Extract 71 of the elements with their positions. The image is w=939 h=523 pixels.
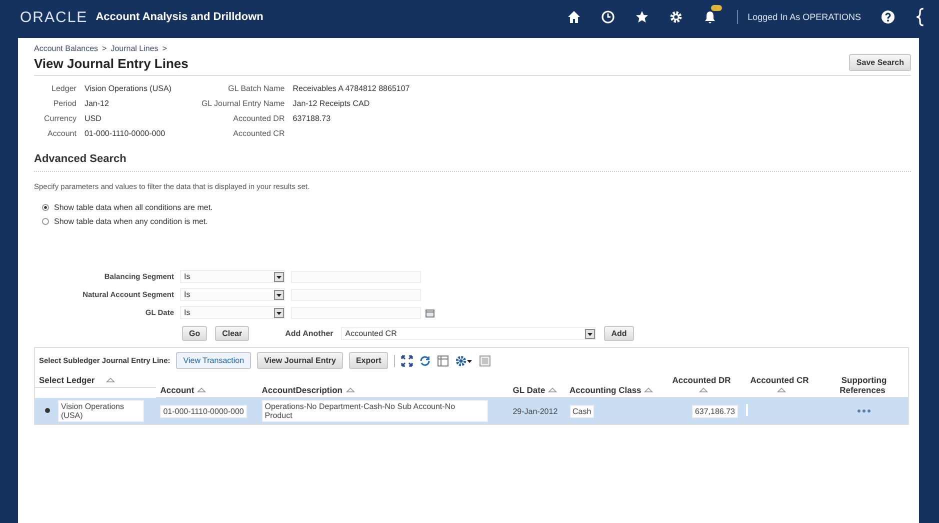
settings-icon[interactable] (668, 10, 683, 24)
view-references-icon[interactable] (856, 408, 872, 414)
sort-icon[interactable] (776, 387, 786, 393)
table-cell: 29-Jan-2012 (512, 406, 558, 416)
table-cell: 01-000-1110-0000-000 (160, 404, 247, 418)
add-button[interactable]: Add (604, 326, 634, 341)
breadcrumb-link[interactable]: Account Balances (34, 44, 98, 53)
field-value: 01-000-1110-0000-000 (84, 129, 166, 138)
refresh-icon[interactable] (419, 354, 432, 366)
go-button[interactable]: Go (182, 326, 208, 341)
star-icon[interactable] (634, 10, 649, 24)
operator-dropdown[interactable]: Is (180, 306, 285, 319)
breadcrumb-separator: > (102, 44, 107, 53)
column-header[interactable]: Select Ledger (35, 373, 156, 388)
add-another-dropdown[interactable]: Accounted CR (341, 327, 596, 340)
field-value: Vision Operations (USA) (84, 84, 172, 93)
clear-button[interactable]: Clear (215, 326, 250, 341)
field-label: Account (46, 129, 76, 139)
field-value: Jan-12 (84, 99, 109, 108)
breadcrumb-link[interactable]: Journal Lines (110, 44, 158, 53)
sort-icon[interactable] (197, 387, 206, 393)
operator-dropdown[interactable]: Is (180, 288, 285, 301)
table-cell: Cash (570, 404, 594, 418)
home-icon[interactable] (566, 10, 581, 24)
help-icon[interactable] (881, 10, 895, 24)
toolbar-button[interactable]: Export (348, 352, 388, 369)
settings-icon[interactable] (455, 354, 474, 366)
section-title: Advanced Search (34, 153, 911, 172)
radio-button[interactable] (42, 218, 49, 225)
add-another-label: Add Another (285, 329, 334, 338)
oracle-logo: ORACLE (20, 8, 88, 26)
field-label: Ledger (50, 84, 76, 94)
save-search-button[interactable]: Save Search (849, 54, 911, 70)
freeze-icon[interactable] (437, 354, 450, 366)
notification-badge (710, 5, 722, 11)
field-label: Currency (44, 114, 76, 124)
field-label: Period (52, 99, 76, 109)
detach-icon[interactable] (401, 354, 414, 366)
row-indicator-icon (45, 408, 50, 413)
sort-icon[interactable] (106, 377, 115, 383)
field-label: Accounted CR (232, 129, 285, 139)
clock-icon[interactable] (600, 10, 615, 24)
field-label: GL Batch Name (227, 84, 285, 94)
field-label: Accounted DR (232, 114, 285, 124)
field-value: USD (84, 114, 102, 123)
sort-icon[interactable] (346, 387, 354, 393)
calendar-icon[interactable] (425, 308, 435, 318)
table-cell: Operations-No Department-Cash-No Sub Account-No Product (262, 400, 488, 422)
table-cell: Vision Operations (USA) (58, 400, 144, 422)
radio-label: Show table data when any condition is met. (54, 217, 208, 226)
field-value: 637188.73 (292, 114, 331, 123)
logged-in-user: Logged In As OPERATIONS (748, 12, 861, 22)
radio-button[interactable] (42, 204, 49, 211)
field-value: Receivables A 4784812 8865107 (292, 84, 410, 93)
app-title: Account Analysis and Drilldown (96, 11, 264, 23)
operator-dropdown[interactable]: Is (180, 270, 285, 283)
sort-icon[interactable] (644, 387, 654, 393)
table-row[interactable]: Vision Operations (USA) 01-000-1110-0000-000 Operations-No Department-Cash-No Sub Account-No Product 29-Jan-2012 Cash 637,186.73 (35, 398, 908, 424)
radio-label: Show table data when all conditions are met. (54, 203, 213, 212)
field-value: Jan-12 Receipts CAD (292, 99, 370, 108)
toolbar-button[interactable]: View Transaction (176, 352, 252, 369)
sort-icon[interactable] (548, 387, 558, 393)
toolbar-button[interactable]: View Journal Entry (257, 352, 343, 369)
field-label: GL Journal Entry Name (201, 99, 285, 109)
sort-icon[interactable] (698, 387, 708, 393)
wrap-icon[interactable] (479, 354, 492, 366)
page-title: View Journal Entry Lines (34, 56, 188, 71)
table-cell: 637,186.73 (692, 404, 738, 418)
breadcrumb-separator: > (162, 44, 167, 53)
notification-bell-icon[interactable] (702, 10, 717, 24)
bracket-icon[interactable] (915, 7, 925, 27)
